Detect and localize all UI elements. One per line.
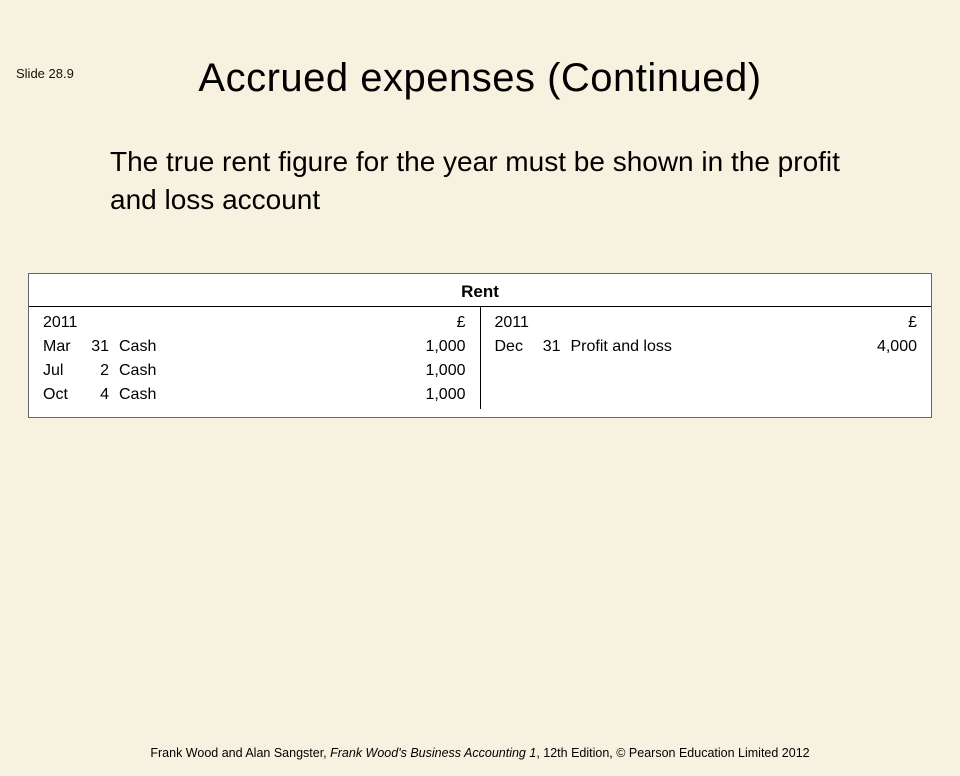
entry-amount: 1,000: [386, 383, 466, 407]
ledger-entry: Jul 2 Cash 1,000: [43, 359, 466, 383]
ledger-heading: Rent: [29, 280, 931, 306]
entry-month: Dec: [495, 335, 535, 359]
ledger-entry: Dec 31 Profit and loss 4,000: [495, 335, 918, 359]
entry-desc: Profit and loss: [571, 335, 838, 359]
slide-number: Slide 28.9: [16, 66, 74, 81]
ledger-body: 2011 £ Mar 31 Cash 1,000 Jul 2 Cash 1,00…: [29, 306, 931, 409]
ledger-credit-side: 2011 £ Dec 31 Profit and loss 4,000: [481, 307, 932, 409]
entry-desc: Cash: [119, 383, 386, 407]
ledger-year: 2011: [495, 311, 565, 335]
entry-month: Jul: [43, 359, 83, 383]
footer-book-title: Frank Wood's Business Accounting 1: [330, 746, 536, 760]
entry-day: 2: [83, 359, 119, 383]
entry-desc: Cash: [119, 359, 386, 383]
ledger-entry: Oct 4 Cash 1,000: [43, 383, 466, 407]
entry-day: 31: [535, 335, 571, 359]
entry-amount: 4,000: [837, 335, 917, 359]
entry-amount: 1,000: [386, 335, 466, 359]
page-title: Accrued expenses (Continued): [0, 56, 960, 101]
entry-day: 4: [83, 383, 119, 407]
entry-amount: 1,000: [386, 359, 466, 383]
ledger-entry: Mar 31 Cash 1,000: [43, 335, 466, 359]
footer-rest: , 12th Edition, © Pearson Education Limi…: [536, 746, 809, 760]
ledger-year: 2011: [43, 311, 113, 335]
ledger-account: Rent 2011 £ Mar 31 Cash 1,000 Jul 2 Cash…: [28, 273, 932, 418]
entry-month: Mar: [43, 335, 83, 359]
currency-symbol: £: [908, 311, 917, 335]
entry-month: Oct: [43, 383, 83, 407]
entry-desc: Cash: [119, 335, 386, 359]
ledger-debit-side: 2011 £ Mar 31 Cash 1,000 Jul 2 Cash 1,00…: [29, 307, 481, 409]
currency-symbol: £: [457, 311, 466, 335]
entry-day: 31: [83, 335, 119, 359]
footer-citation: Frank Wood and Alan Sangster, Frank Wood…: [0, 746, 960, 760]
footer-authors: Frank Wood and Alan Sangster,: [150, 746, 330, 760]
body-text: The true rent figure for the year must b…: [110, 143, 850, 219]
